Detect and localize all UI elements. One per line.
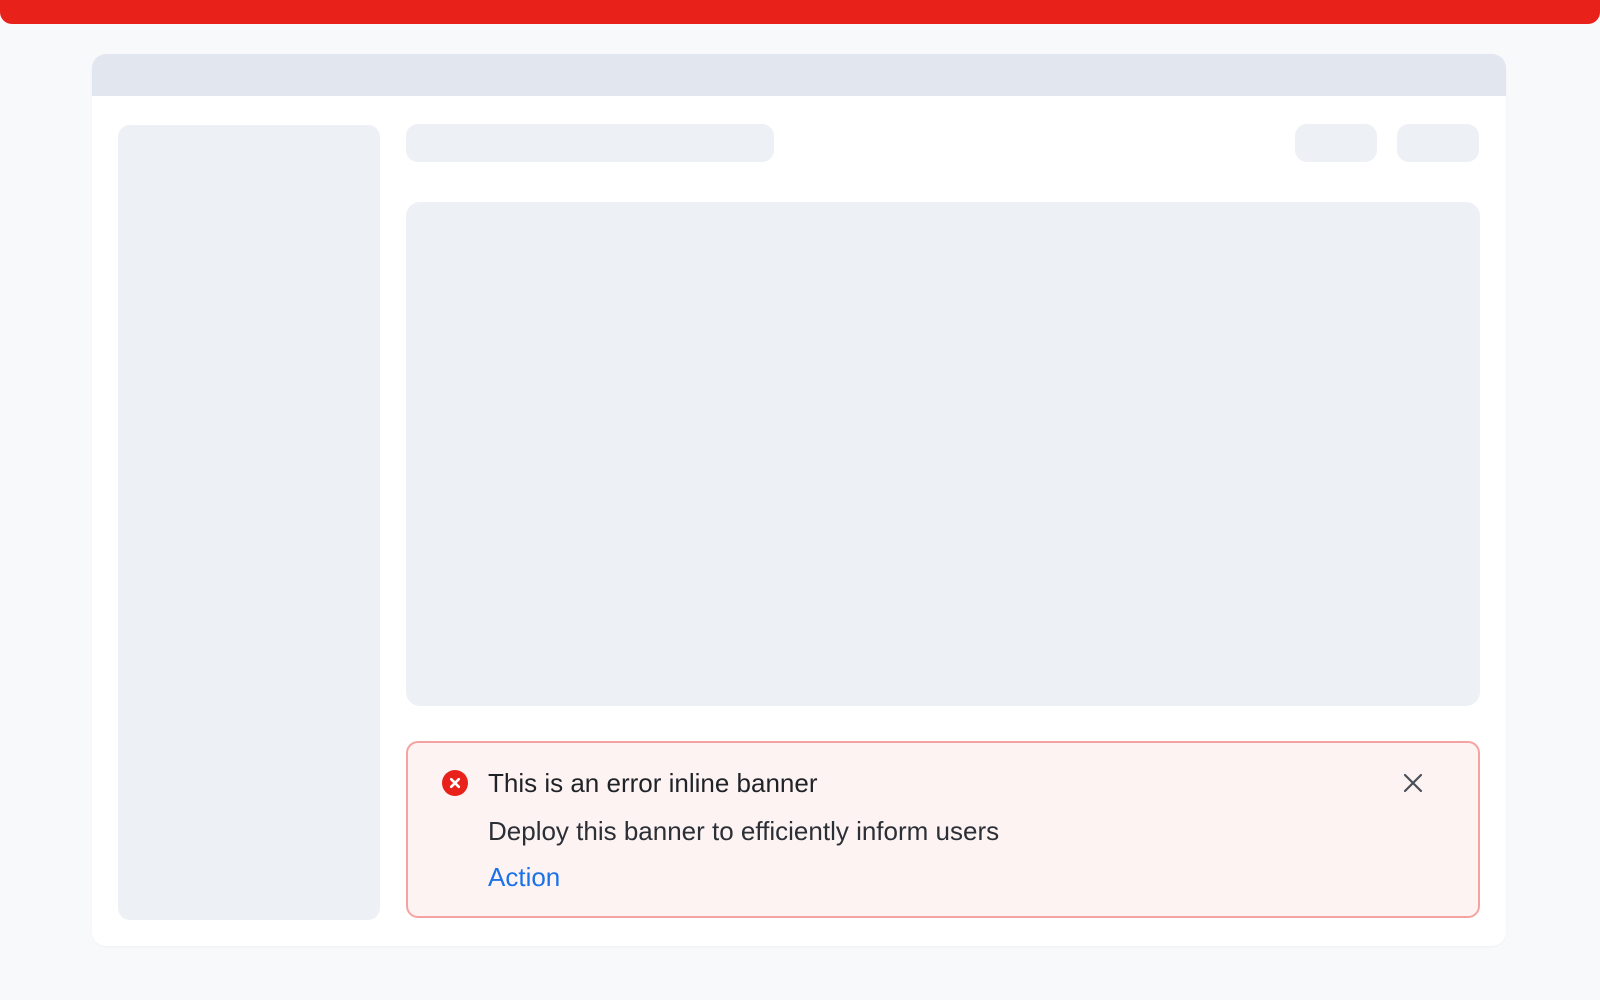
window-titlebar bbox=[92, 54, 1506, 96]
top-accent-bar bbox=[0, 0, 1600, 24]
toolbar-button-placeholder-2[interactable] bbox=[1397, 124, 1479, 162]
banner-message: Deploy this banner to efficiently inform… bbox=[488, 816, 1000, 846]
close-icon[interactable] bbox=[1398, 768, 1428, 798]
error-inline-banner: This is an error inline banner Deploy th… bbox=[406, 741, 1480, 918]
toolbar-title-placeholder bbox=[406, 124, 774, 162]
toolbar-button-placeholder-1[interactable] bbox=[1295, 124, 1377, 162]
error-circle-icon bbox=[442, 770, 468, 796]
main-content-placeholder bbox=[406, 202, 1480, 706]
banner-action-link[interactable]: Action bbox=[488, 861, 560, 893]
app-window: This is an error inline banner Deploy th… bbox=[92, 54, 1506, 946]
banner-title: This is an error inline banner bbox=[488, 768, 818, 798]
sidebar-placeholder bbox=[118, 125, 380, 920]
